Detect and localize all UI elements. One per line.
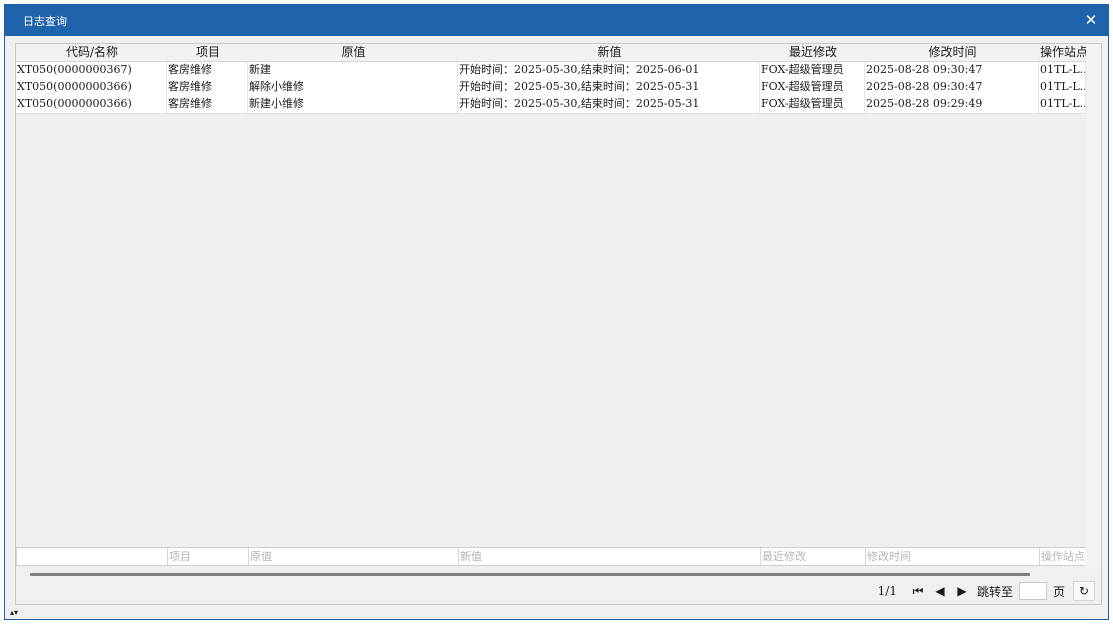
filter-cell-station[interactable] — [1039, 548, 1086, 565]
cell-code: XT050(0000000366) — [16, 79, 167, 96]
filter-code-input[interactable] — [18, 548, 167, 564]
table-row[interactable]: XT050(0000000367) 客房维修 新建 开始时间：2025-05-3… — [16, 62, 1086, 80]
cell-old-value: 新建 — [248, 62, 458, 79]
col-header-modifier[interactable]: 最近修改 — [760, 44, 865, 61]
table-row[interactable]: XT050(0000000366) 客房维修 新建小维修 开始时间：2025-0… — [16, 96, 1086, 114]
filter-cell-item[interactable] — [167, 548, 248, 565]
filter-cell-code[interactable] — [16, 548, 167, 565]
grid-panel: 代码/名称 项目 原值 新值 最近修改 修改时间 操作站点 XT050(0000… — [15, 43, 1102, 605]
filter-cell-modified-time[interactable] — [865, 548, 1039, 565]
expand-collapse-icon[interactable]: ▴▾ — [10, 609, 18, 617]
table-header: 代码/名称 项目 原值 新值 最近修改 修改时间 操作站点 — [16, 44, 1086, 62]
cell-modifier: FOX-超级管理员 — [760, 62, 865, 79]
jump-to-label: 跳转至 — [976, 584, 1013, 599]
first-page-icon[interactable]: ⏮ — [907, 584, 929, 599]
close-icon[interactable]: ✕ — [1080, 10, 1102, 30]
cell-item: 客房维修 — [167, 96, 248, 113]
title-bar: 日志查询 ✕ — [5, 5, 1108, 36]
filter-old-value-input[interactable] — [250, 548, 458, 564]
filter-cell-modifier[interactable] — [760, 548, 865, 565]
filter-new-value-input[interactable] — [460, 548, 760, 564]
col-header-station[interactable]: 操作站点 — [1039, 44, 1086, 61]
col-header-item[interactable]: 项目 — [167, 44, 248, 61]
cell-new-value: 开始时间：2025-05-30,结束时间：2025-05-31 — [458, 96, 760, 113]
vertical-scrollbar[interactable] — [1086, 44, 1101, 568]
col-header-new-value[interactable]: 新值 — [458, 44, 760, 61]
refresh-icon[interactable]: ↻ — [1073, 581, 1095, 601]
cell-new-value: 开始时间：2025-05-30,结束时间：2025-05-31 — [458, 79, 760, 96]
log-table: 代码/名称 项目 原值 新值 最近修改 修改时间 操作站点 XT050(0000… — [16, 44, 1086, 568]
filter-modified-time-input[interactable] — [867, 548, 1039, 564]
cell-old-value: 新建小维修 — [248, 96, 458, 113]
cell-code: XT050(0000000366) — [16, 96, 167, 113]
cell-modifier: FOX-超级管理员 — [760, 96, 865, 113]
filter-modifier-input[interactable] — [762, 548, 865, 564]
col-header-old-value[interactable]: 原值 — [248, 44, 458, 61]
col-header-modified-time[interactable]: 修改时间 — [865, 44, 1039, 61]
pagination: 1/1 ⏮ ◀ ▶ 跳转至 页 ↻ — [878, 581, 1095, 601]
log-query-dialog: 日志查询 ✕ 代码/名称 项目 原值 新值 最近修改 修改时间 操作站点 XT0… — [4, 4, 1109, 620]
cell-modifier: FOX-超级管理员 — [760, 79, 865, 96]
prev-page-icon[interactable]: ◀ — [929, 584, 951, 598]
cell-code: XT050(0000000367) — [16, 62, 167, 79]
cell-old-value: 解除小维修 — [248, 79, 458, 96]
cell-item: 客房维修 — [167, 62, 248, 79]
cell-modified-time: 2025-08-28 09:30:47 — [865, 79, 1039, 96]
cell-item: 客房维修 — [167, 79, 248, 96]
cell-station: 01TL-L... — [1039, 62, 1086, 79]
filter-station-input[interactable] — [1041, 548, 1086, 564]
cell-modified-time: 2025-08-28 09:30:47 — [865, 62, 1039, 79]
table-row[interactable]: XT050(0000000366) 客房维修 解除小维修 开始时间：2025-0… — [16, 79, 1086, 97]
col-header-code[interactable]: 代码/名称 — [16, 44, 167, 61]
cell-modified-time: 2025-08-28 09:29:49 — [865, 96, 1039, 113]
filter-item-input[interactable] — [169, 548, 248, 564]
horizontal-scrollbar[interactable] — [30, 573, 1030, 576]
filter-cell-old-value[interactable] — [248, 548, 458, 565]
jump-page-input[interactable] — [1018, 582, 1047, 600]
cell-station: 01TL-L... — [1039, 96, 1086, 113]
cell-station: 01TL-L... — [1039, 79, 1086, 96]
next-page-icon[interactable]: ▶ — [951, 584, 973, 598]
filter-cell-new-value[interactable] — [458, 548, 760, 565]
page-unit-label: 页 — [1052, 584, 1065, 599]
dialog-title: 日志查询 — [23, 15, 67, 28]
filter-row — [16, 547, 1086, 566]
page-info: 1/1 — [877, 584, 897, 598]
cell-new-value: 开始时间：2025-05-30,结束时间：2025-06-01 — [458, 62, 760, 79]
